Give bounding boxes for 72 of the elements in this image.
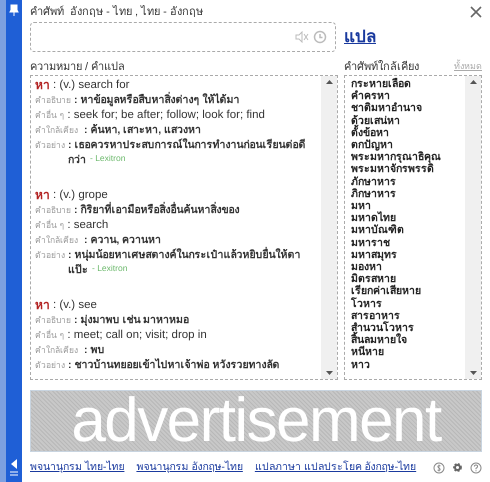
- field-label: คำอธิบาย: [35, 314, 71, 327]
- related-word[interactable]: มหา: [351, 200, 459, 212]
- related-word[interactable]: ชาติมหาอำนาจ: [351, 102, 459, 115]
- related-word[interactable]: ตั้งข้อหา: [351, 126, 459, 140]
- related-word[interactable]: มองหา: [351, 261, 459, 274]
- related-word[interactable]: มหาราช: [351, 236, 459, 249]
- scroll-up-icon[interactable]: [326, 80, 332, 84]
- related-word[interactable]: หนีหาย: [351, 346, 459, 359]
- scrollbar[interactable]: [465, 76, 481, 379]
- field-value: : เธอควรหาประสบการณ์ในการทำงานก่อนเรียนต่อดีกว่า - Lexitron: [68, 138, 306, 168]
- dictionary-link[interactable]: แปลภาษา แปลประโยค อังกฤษ-ไทย: [254, 460, 416, 476]
- headword: หา: [35, 188, 50, 203]
- coin-icon[interactable]: [433, 462, 445, 474]
- field-label: ตัวอย่าง: [35, 249, 65, 262]
- translate-link[interactable]: แปล: [344, 24, 376, 50]
- window-title: คำศัพท์ อังกฤษ - ไทย , ไทย - อังกฤษ: [30, 4, 203, 20]
- field-value: : ค้นหา, เสาะหา, แสวงหา: [84, 123, 202, 138]
- related-word[interactable]: โวหาร: [351, 298, 459, 310]
- related-word[interactable]: หาว: [351, 358, 459, 371]
- settings-icon[interactable]: [451, 461, 464, 474]
- related-word[interactable]: คำครหา: [351, 90, 459, 102]
- related-word[interactable]: กระหายเลือด: [351, 78, 459, 90]
- related-word[interactable]: มหาดไทย: [351, 212, 459, 224]
- field-value: : search: [67, 218, 108, 233]
- field-label: ตัวอย่าง: [35, 359, 65, 372]
- related-word[interactable]: สารอาหาร: [351, 310, 459, 322]
- headword: หา: [35, 78, 50, 93]
- field-label: คำอื่น ๆ: [35, 108, 64, 122]
- close-icon[interactable]: [470, 6, 482, 18]
- collapse-icon[interactable]: [9, 458, 19, 478]
- scroll-up-icon[interactable]: [470, 80, 476, 84]
- field-label: คำใกล้เคียง: [35, 234, 79, 246]
- field-value: : พบ: [84, 343, 104, 358]
- related-word[interactable]: มิตรสหาย: [351, 273, 459, 286]
- scroll-down-icon[interactable]: [326, 371, 332, 375]
- section-heading: คำศัพท์ใกล้เคียง: [344, 59, 419, 75]
- field-value: : หนุ่มน้อยหาเศษสตางค์ในกระเป๋าแล้วหยิบยื่นให้ตาแป๊ะ - Lexitron: [68, 248, 317, 278]
- field-label: คำอธิบาย: [35, 94, 71, 107]
- related-word[interactable]: สิ้นลมหายใจ: [351, 334, 459, 346]
- field-label: ตัวอย่าง: [35, 139, 65, 152]
- headword: หา: [35, 298, 50, 313]
- field-value: : หาข้อมูลหรือสืบหาสิ่งต่างๆ ให้ได้มา: [74, 93, 240, 108]
- dictionary-link[interactable]: พจนานุกรม อังกฤษ-ไทย: [136, 460, 243, 476]
- scroll-down-icon[interactable]: [470, 371, 476, 375]
- related-word[interactable]: พระมหากรุณาธิคุณ: [351, 151, 459, 164]
- part-of-speech-gloss: : (v.) search for: [53, 78, 130, 92]
- related-word[interactable]: ภักษาหาร: [351, 176, 459, 188]
- part-of-speech-gloss: : (v.) see: [53, 298, 97, 313]
- related-word[interactable]: มหาบัณฑิต: [351, 224, 459, 237]
- field-value: : seek for; be after; follow; look for; find: [67, 108, 265, 123]
- related-word[interactable]: ภิกษาหาร: [351, 188, 459, 200]
- field-value: : ควาน, ควานหา: [84, 233, 162, 246]
- advertisement-text: advertisement: [71, 391, 441, 451]
- related-word[interactable]: ตกปัญหา: [351, 139, 459, 152]
- related-word[interactable]: พระมหาจักรพรรดิ: [351, 163, 459, 176]
- section-heading: ความหมาย / คำแปล: [30, 60, 126, 74]
- field-label: คำอื่น ๆ: [35, 328, 64, 342]
- part-of-speech-gloss: : (v.) grope: [53, 188, 108, 202]
- pin-icon[interactable]: [9, 4, 19, 16]
- field-value: : meet; call on; visit; drop in: [67, 328, 207, 343]
- field-label: คำใกล้เคียง: [35, 344, 79, 357]
- help-icon[interactable]: [470, 462, 482, 474]
- related-word[interactable]: มหาสมุทร: [351, 248, 459, 262]
- field-value: : ชาวบ้านทยอยเข้าไปหาเจ้าพ่อ หวังรวยทางลัด: [68, 358, 280, 373]
- field-value: : กิริยาที่เอามือหรือสิ่งอื่นค้นหาสิ่งของ: [74, 203, 240, 218]
- field-label: คำอื่น ๆ: [35, 218, 64, 232]
- field-value: : มุ่งมาพบ เช่น มาหาหมอ: [74, 313, 190, 328]
- related-word[interactable]: เรียกค่าเสียหาย: [351, 285, 459, 298]
- scrollbar[interactable]: [321, 76, 337, 379]
- dictionary-link[interactable]: พจนานุกรม ไทย-ไทย: [30, 460, 124, 476]
- field-label: คำอธิบาย: [35, 204, 71, 217]
- field-label: คำใกล้เคียง: [35, 124, 79, 137]
